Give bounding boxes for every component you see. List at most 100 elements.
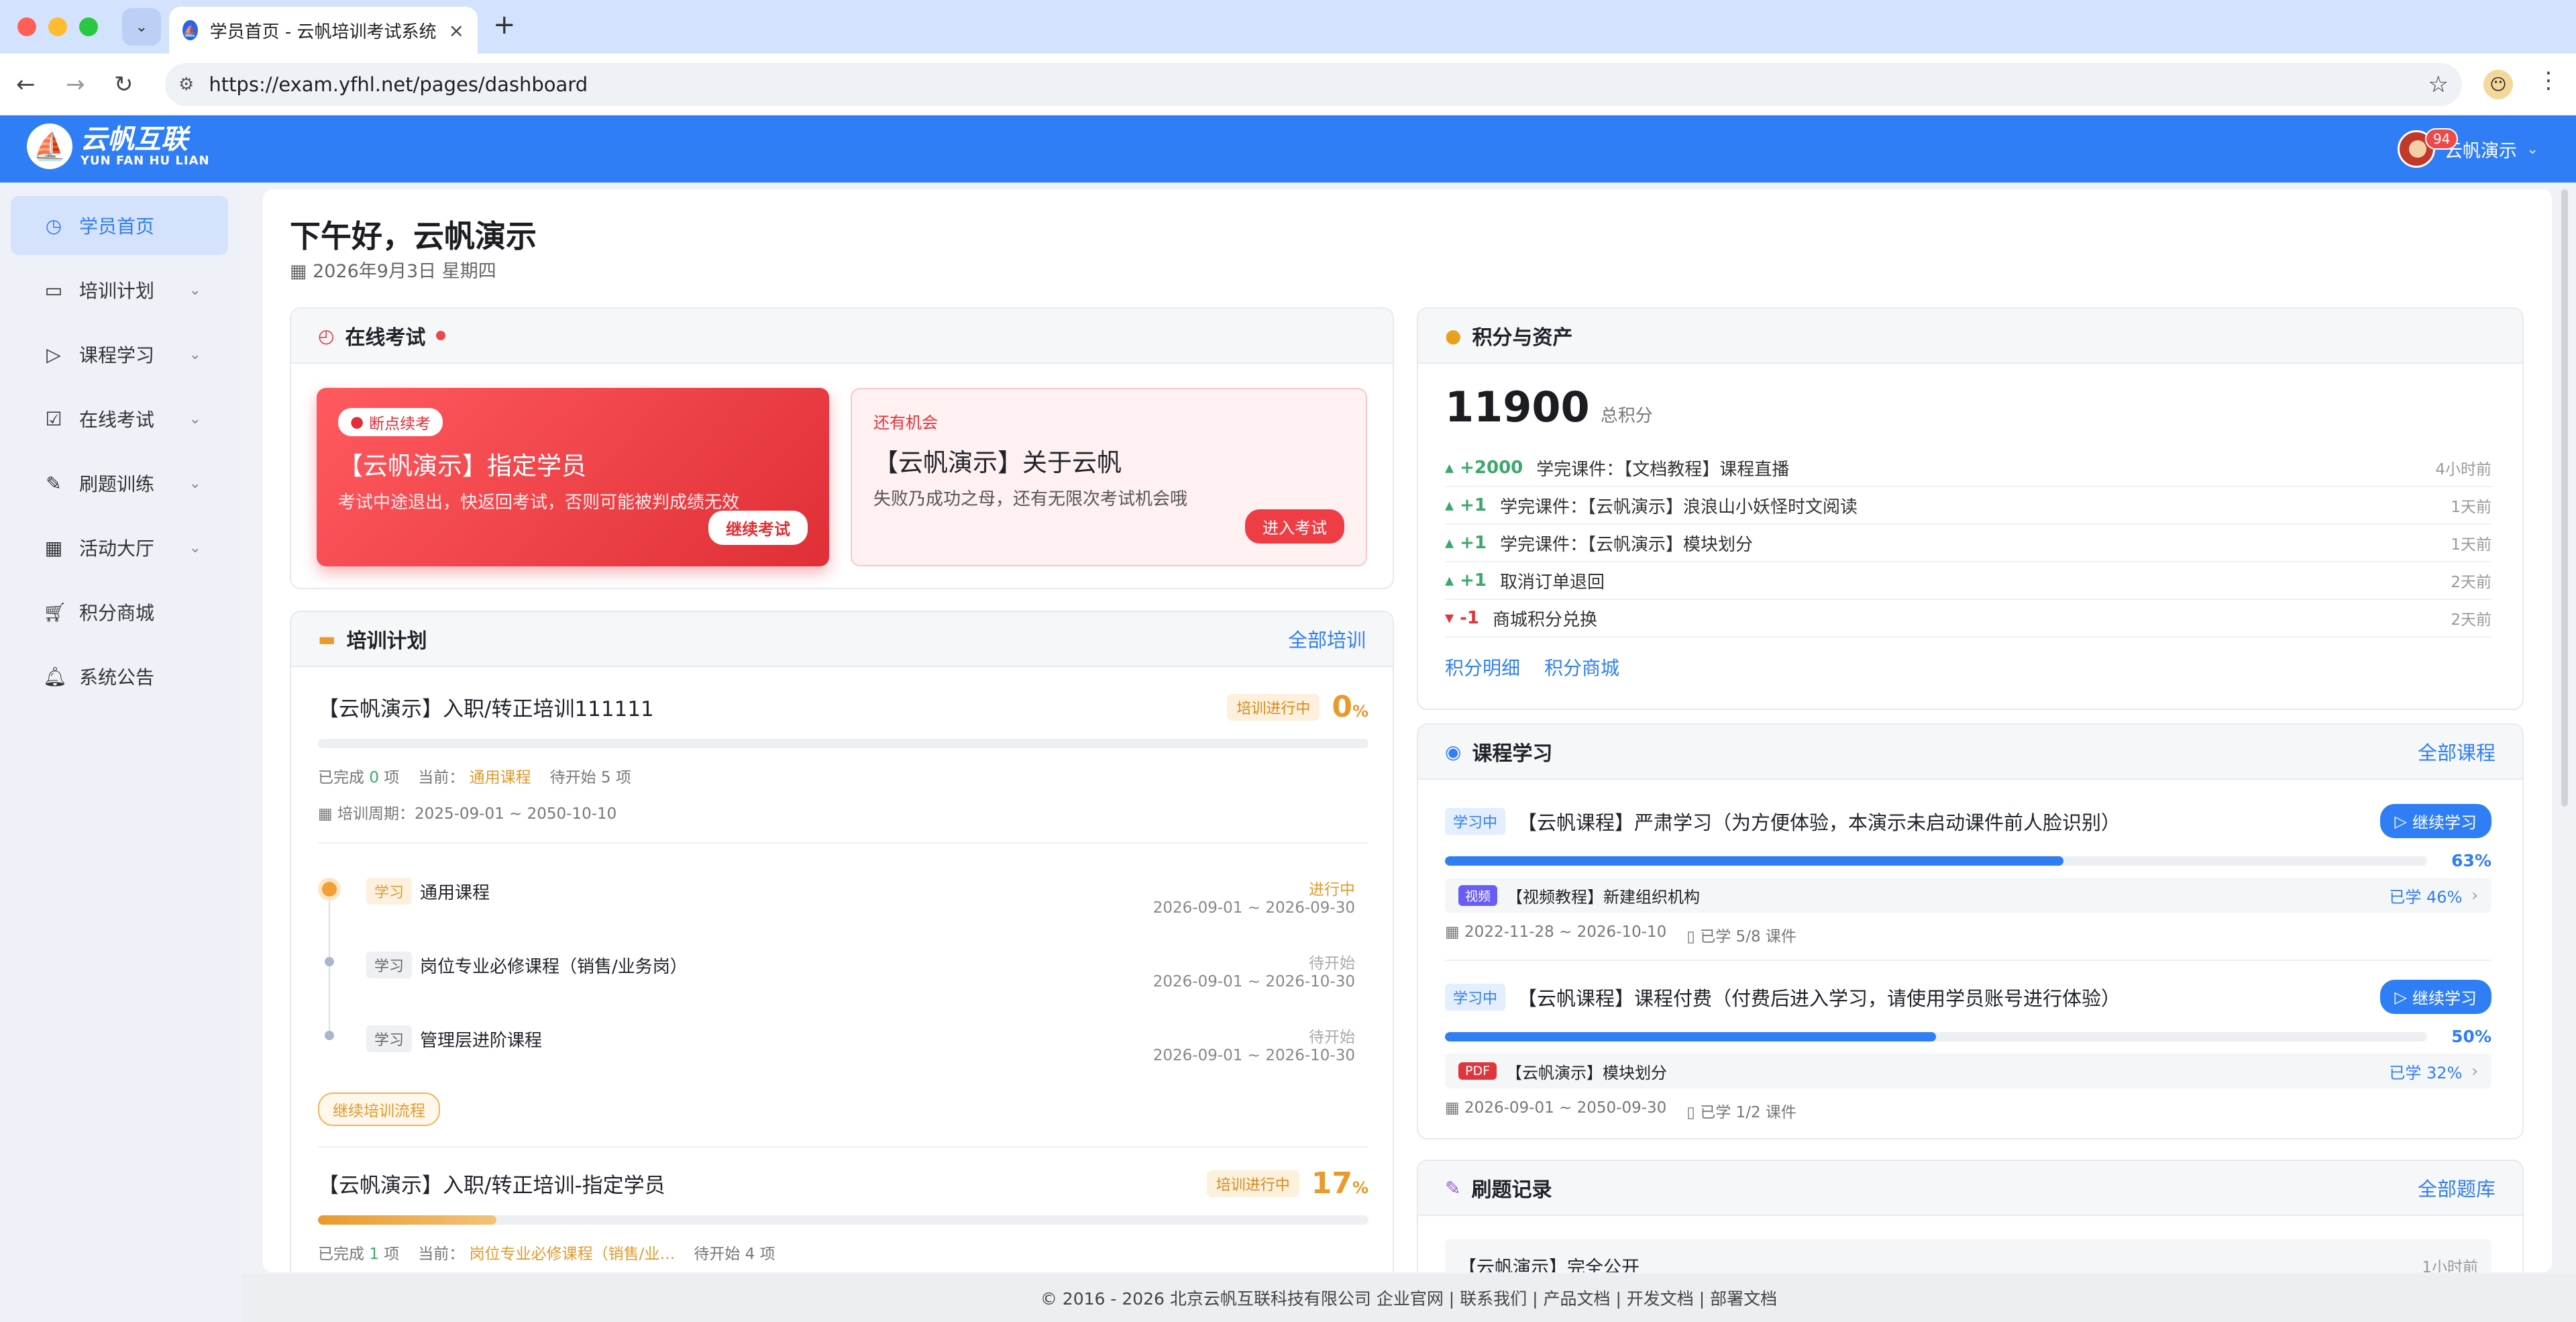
browser-tabbar: ⌄ ⛵ 学员首页 - 云帆培训考试系统 × + (0, 0, 2576, 54)
address-bar[interactable]: ⚙ https://exam.yfhl.net/pages/dashboard … (165, 63, 2462, 106)
new-tab-button[interactable]: + (493, 9, 516, 40)
chevron-down-icon: ⌄ (189, 346, 201, 363)
close-window-button[interactable] (17, 17, 36, 36)
points-record: ▴ +1 取消订单退回 2天前 (1445, 562, 2491, 600)
browser-toolbar: ← → ↻ ⚙ https://exam.yfhl.net/pages/dash… (0, 54, 2576, 115)
timeline-step[interactable]: 学习 通用课程 进行中 2026-09-01 ~ 2026-09-30 (318, 874, 1368, 941)
sidebar-item-label: 学员首页 (79, 215, 155, 238)
sidebar-item-notice[interactable]: 🔔︎ 系统公告 (11, 647, 228, 706)
sidebar-item-label: 活动大厅 (79, 538, 155, 560)
step-name: 管理层进阶课程 (420, 1031, 543, 1051)
browser-profile-avatar[interactable]: 😶 (2483, 70, 2513, 99)
plan-percent-value: 17 (1311, 1166, 1352, 1201)
course-count: 已学 5/8 课件 (1700, 928, 1796, 946)
back-arrow-icon[interactable]: ← (16, 71, 36, 98)
current-course: 通用课程 (469, 769, 531, 786)
plan-progress-fill (318, 1215, 497, 1225)
maximize-window-button[interactable] (79, 17, 98, 36)
points-amount: ▾ -1 (1445, 608, 1479, 628)
calendar-icon: ▦ (1445, 923, 1465, 941)
points-detail-link[interactable]: 积分明细 (1445, 654, 1520, 680)
resume-exam-card[interactable]: ● 断点续考 【云帆演示】指定学员 考试中途退出，快返回考试，否则可能被判成绩无效… (317, 388, 829, 566)
sidebar-item-courses[interactable]: ▷ 课程学习 ⌄ (11, 325, 228, 384)
course-title: 【云帆课程】课程付费（付费后进入学习，请使用学员账号进行体验） (1517, 986, 2121, 1010)
reload-icon[interactable]: ↻ (114, 71, 133, 98)
minimize-window-button[interactable] (48, 17, 67, 36)
current-label: 当前： (418, 769, 465, 786)
dot-icon: ● (350, 413, 364, 431)
user-menu[interactable]: 94 云帆演示 ⌄ (2398, 128, 2538, 168)
play-circle-icon: ◉ (1445, 740, 1462, 763)
calendar-icon: ▦ (44, 536, 63, 559)
coin-icon: ● (1445, 324, 1462, 347)
step-dates: 2026-09-01 ~ 2026-10-30 (1152, 973, 1355, 990)
sidebar-item-practice[interactable]: ✎ 刷题训练 ⌄ (11, 454, 228, 513)
course-item[interactable]: 学习中 【云帆课程】课程付费（付费后进入学习，请使用学员账号进行体验） ▷ 继续学… (1445, 980, 2491, 1014)
card-title: 课程学习 (1472, 742, 1553, 766)
points-mall-link[interactable]: 积分商城 (1544, 654, 1619, 680)
points-amount-value: +1 (1460, 570, 1487, 591)
sidebar-item-training[interactable]: ▭ 培训计划 ⌄ (11, 260, 228, 319)
avatar[interactable]: 94 (2398, 128, 2459, 168)
done-label: 已完成 (318, 1245, 364, 1263)
practice-record[interactable]: 【云帆演示】完全公开 1小时前 (1445, 1239, 2491, 1272)
points-desc: 学完课件：【文档教程】课程直播 (1536, 459, 1790, 480)
enter-exam-button[interactable]: 进入考试 (1245, 509, 1344, 544)
sub-title: 【视频教程】新建组织机构 (1507, 887, 1701, 907)
arrow-up-icon: ▴ (1445, 533, 1460, 553)
points-record: ▴ +1 学完课件：【云帆演示】浪浪山小妖怪时文阅读 1天前 (1445, 487, 2491, 525)
course-sub-item[interactable]: 视频 【视频教程】新建组织机构 已学 46% › (1445, 878, 2491, 913)
file-icon: ▯ (1686, 1104, 1701, 1121)
points-amount-value: +2000 (1460, 458, 1523, 478)
page-scrollbar[interactable] (2561, 189, 2568, 807)
step-status: 进行中 (1309, 881, 1355, 899)
sidebar-item-exam[interactable]: ☑ 在线考试 ⌄ (11, 389, 228, 448)
training-plan-1[interactable]: 【云帆演示】入职/转正培训111111 培训进行中 0% 已完成 0 项 当前：… (318, 690, 1368, 844)
all-training-link[interactable]: 全部培训 (1288, 625, 1366, 653)
points-card: ● 积分与资产 11900 总积分 ▴ +2000 学完课件：【文档教程】课程直… (1417, 307, 2524, 710)
chevron-down-icon[interactable]: ⌄ (2526, 141, 2538, 158)
sidebar-item-dashboard[interactable]: ◷ 学员首页 (11, 196, 228, 255)
step-status: 待开始 (1309, 955, 1355, 972)
step-name: 岗位专业必修课程（销售/业务岗） (420, 957, 688, 977)
all-question-bank-link[interactable]: 全部题库 (2418, 1174, 2496, 1202)
timeline-step[interactable]: 学习 岗位专业必修课程（销售/业务岗） 待开始 2026-09-01 ~ 202… (318, 948, 1368, 1015)
arrow-up-icon: ▴ (1445, 458, 1460, 478)
bookmark-star-icon[interactable]: ☆ (2428, 71, 2449, 98)
plan-meta: 已完成 1 项 当前： 岗位专业必修课程（销售/业… 待开始 4 项 (318, 1241, 1368, 1264)
url-text[interactable]: https://exam.yfhl.net/pages/dashboard (209, 73, 2428, 96)
points-amount-value: +1 (1460, 495, 1487, 515)
chevron-right-icon: › (2471, 886, 2478, 905)
tab-list-button[interactable]: ⌄ (122, 8, 161, 46)
sidebar-item-mall[interactable]: 🛒︎ 积分商城 (11, 582, 228, 642)
browser-tab[interactable]: ⛵ 学员首页 - 云帆培训考试系统 × (169, 7, 478, 54)
done-count: 1 (369, 1245, 379, 1263)
all-courses-link[interactable]: 全部课程 (2418, 738, 2496, 766)
browser-menu-icon[interactable]: ⋮ (2537, 67, 2560, 94)
exam-clock-icon: ◴ (318, 324, 335, 347)
plan-progress-bar (318, 1215, 1368, 1225)
plan-title: 【云帆演示】入职/转正培训111111 (318, 697, 654, 721)
continue-training-button[interactable]: 继续培训流程 (318, 1092, 440, 1126)
practice-title: 【云帆演示】完全公开 (1458, 1257, 1640, 1273)
training-plan-2[interactable]: 【云帆演示】入职/转正培训-指定学员 培训进行中 17% 已完成 1 项 当前：… (318, 1166, 1368, 1264)
continue-exam-button[interactable]: 继续考试 (708, 511, 808, 545)
chevron-down-icon: ⌄ (189, 539, 201, 556)
continue-learning-button[interactable]: ▷ 继续学习 (2379, 804, 2491, 838)
item-unit: 项 (384, 1245, 400, 1263)
site-settings-icon[interactable]: ⚙ (178, 74, 194, 95)
close-tab-icon[interactable]: × (449, 19, 464, 42)
course-item[interactable]: 学习中 【云帆课程】严肃学习（为方便体验，本演示未启动课件前人脸识别） ▷ 继续学… (1445, 804, 2491, 838)
forward-arrow-icon[interactable]: → (66, 71, 85, 98)
chevron-down-icon: ⌄ (189, 281, 201, 299)
sidebar-item-activity[interactable]: ▦ 活动大厅 ⌄ (11, 518, 228, 577)
chevron-down-icon: ⌄ (189, 410, 201, 427)
retry-exam-card[interactable]: 还有机会 【云帆演示】关于云帆 失败乃成功之母，还有无限次考试机会哦 进入考试 (851, 388, 1367, 566)
timeline-step[interactable]: 学习 管理层进阶课程 待开始 2026-09-01 ~ 2026-10-30 (318, 1021, 1368, 1088)
app-logo[interactable]: ⛵ 云帆互联 YUN FAN HU LIAN (27, 123, 210, 169)
points-desc: 取消订单退回 (1500, 572, 1605, 593)
book-icon: ▭ (44, 278, 63, 301)
points-time: 2天前 (2451, 611, 2491, 629)
continue-learning-button[interactable]: ▷ 继续学习 (2379, 980, 2491, 1014)
course-sub-item[interactable]: PDF 【云帆演示】模块划分 已学 32% › (1445, 1054, 2491, 1088)
